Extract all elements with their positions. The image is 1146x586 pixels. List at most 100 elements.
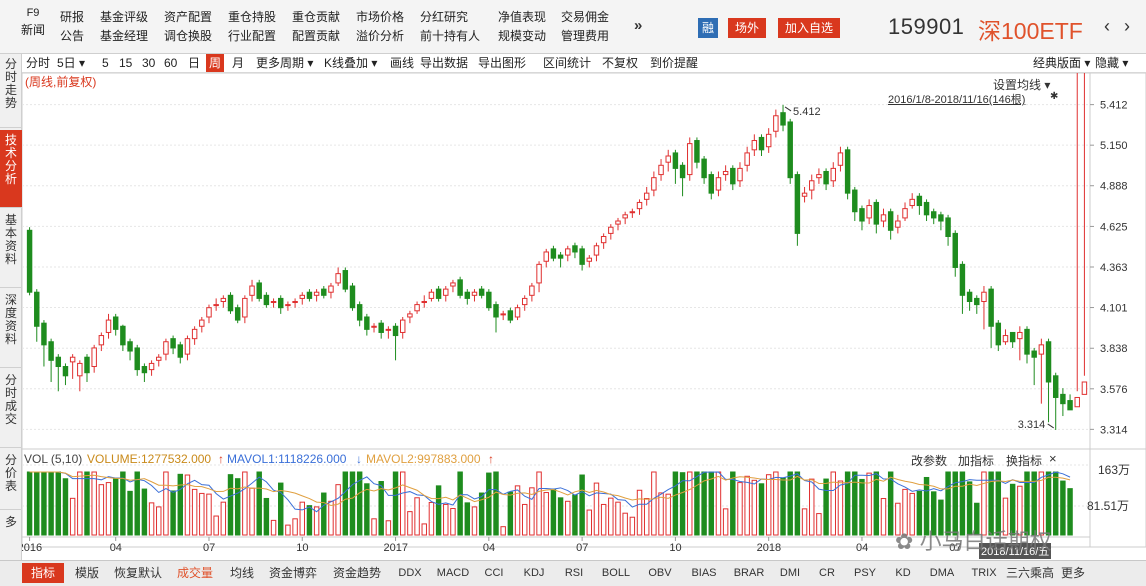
y-tick-label: 3.838 — [1100, 343, 1128, 355]
period-option[interactable]: 5日 ▾ — [57, 54, 85, 72]
pin-icon[interactable]: ✱ — [1050, 91, 1058, 102]
period-option[interactable]: 月 — [232, 54, 244, 72]
period-option[interactable]: 导出数据 — [420, 54, 468, 72]
indicator-tab[interactable]: 更多 — [1056, 563, 1090, 583]
menu-item[interactable]: 行业配置 — [228, 27, 276, 46]
indicator-tab[interactable]: OBV — [640, 563, 680, 583]
menu-item[interactable]: 分红研究 — [420, 8, 480, 27]
left-tab[interactable]: 基本资料 — [0, 210, 22, 288]
period-option[interactable]: 30 — [142, 54, 155, 72]
menu-item[interactable]: 调仓换股 — [164, 27, 212, 46]
indicator-tab[interactable]: 指标 — [22, 563, 64, 583]
indicator-tab[interactable]: 三六乘高 — [1006, 563, 1054, 583]
mavol-arrow-down: ↓ — [356, 452, 362, 466]
volume-bar — [263, 497, 270, 536]
outside-market-button[interactable]: 场外 — [728, 18, 766, 38]
indicator-tab[interactable]: CR — [810, 563, 844, 583]
period-option[interactable]: 60 — [164, 54, 177, 72]
menu-column: 资产配置 调仓换股 — [164, 8, 212, 46]
candle-body — [349, 285, 356, 309]
period-option[interactable]: 日 — [188, 54, 200, 72]
candle-body — [1060, 393, 1066, 405]
menu-item[interactable]: 重仓贡献 — [292, 8, 340, 27]
volume-ytick-max: 163万 — [1098, 463, 1131, 477]
volume-bar — [443, 503, 449, 536]
menu-item[interactable]: 公告 — [60, 27, 84, 46]
close-indicator-icon[interactable]: × — [1049, 451, 1057, 466]
menu-item[interactable]: 前十持有人 — [420, 27, 480, 46]
prev-stock-icon[interactable]: ‹ — [1104, 16, 1110, 37]
f9-button[interactable]: F9 新闻 — [20, 6, 46, 40]
indicator-tab[interactable]: CCI — [476, 563, 512, 583]
menu-item[interactable]: 净值表现 — [498, 8, 546, 27]
indicator-tab[interactable]: KDJ — [514, 563, 554, 583]
indicator-tab[interactable]: DMI — [772, 563, 808, 583]
period-option[interactable]: K线叠加 ▾ — [324, 54, 377, 72]
switch-indicator-button[interactable]: 换指标 — [1006, 452, 1042, 469]
y-tick-label: 4.101 — [1100, 303, 1128, 315]
period-option[interactable]: 到价提醒 — [650, 54, 698, 72]
left-tab[interactable]: 分时成交 — [0, 370, 22, 448]
more-menu-icon[interactable]: » — [634, 17, 642, 34]
indicator-tab[interactable]: 资金趋势 — [326, 563, 388, 583]
menu-item[interactable]: 基金经理 — [100, 27, 148, 46]
menu-item[interactable]: 溢价分析 — [356, 27, 404, 46]
period-option[interactable]: 不复权 — [602, 54, 638, 72]
candle-body — [486, 291, 492, 309]
indicator-tab[interactable]: 模版 — [66, 563, 108, 583]
volume-bar — [41, 471, 47, 536]
indicator-tab[interactable]: 均线 — [224, 563, 260, 583]
indicator-tab[interactable]: DMA — [922, 563, 962, 583]
candle-body — [737, 167, 743, 182]
indicator-tab[interactable]: BIAS — [682, 563, 726, 583]
period-option[interactable]: 画线 — [390, 54, 414, 72]
indicator-tab[interactable]: PSY — [846, 563, 884, 583]
indicator-tab[interactable]: MACD — [432, 563, 474, 583]
menu-item[interactable]: 管理费用 — [561, 27, 609, 46]
add-indicator-button[interactable]: 加指标 — [958, 452, 994, 469]
period-option[interactable]: 导出图形 — [478, 54, 526, 72]
period-option[interactable]: 5 — [102, 54, 109, 72]
menu-item[interactable]: 交易佣金 — [561, 8, 609, 27]
menu-item[interactable]: 市场价格 — [356, 8, 404, 27]
menu-item[interactable]: 重仓持股 — [228, 8, 276, 27]
indicator-tab[interactable]: DDX — [390, 563, 430, 583]
date-range-label: 2016/1/8-2018/11/16(146根) — [888, 94, 1026, 106]
left-tab[interactable]: 深度资料 — [0, 290, 22, 368]
indicator-tab[interactable]: 恢复默认 — [110, 563, 166, 583]
left-tab[interactable]: 分时走势 — [0, 54, 22, 128]
hide-menu[interactable]: 隐藏 ▾ — [1095, 54, 1128, 72]
next-stock-icon[interactable]: › — [1124, 16, 1130, 37]
indicator-tab[interactable]: BRAR — [728, 563, 770, 583]
indicator-tab[interactable]: KD — [886, 563, 920, 583]
layout-menu[interactable]: 经典版面 ▾ — [1033, 54, 1090, 72]
left-tab[interactable]: 分价表 — [0, 450, 22, 510]
y-tick-label: 5.150 — [1100, 140, 1128, 152]
volume-bar — [809, 478, 815, 536]
menu-item[interactable]: 研报 — [60, 8, 84, 27]
indicator-tab[interactable]: TRIX — [964, 563, 1004, 583]
period-option[interactable]: 15 — [119, 54, 132, 72]
period-option[interactable]: 分时 — [26, 54, 50, 72]
menu-item[interactable]: 基金评级 — [100, 8, 148, 27]
change-params-button[interactable]: 改参数 — [911, 452, 947, 469]
candle-body — [866, 205, 872, 219]
candle-body — [435, 288, 442, 299]
indicator-tab[interactable]: RSI — [556, 563, 592, 583]
indicator-tab-bar: 指标 模版 恢复默认 成交量 均线 资金博弈 资金趋势 DDX MACD CCI KDJ RSI BOL… — [0, 560, 1146, 586]
left-tab[interactable]: 技术分析 — [0, 130, 22, 208]
period-option[interactable]: 周 — [206, 54, 225, 72]
period-option[interactable]: 更多周期 ▾ — [256, 54, 313, 72]
period-option[interactable]: 区间统计 — [543, 54, 591, 72]
menu-item[interactable]: 配置贡献 — [292, 27, 340, 46]
kline-chart[interactable]: 5.412 5.150 4.888 4.625 4.363 4.101 3.838 3.576… — [22, 73, 1146, 560]
add-watchlist-button[interactable]: 加入自选 — [778, 18, 840, 38]
volume-bar — [758, 483, 765, 536]
indicator-tab[interactable]: BOLL — [594, 563, 638, 583]
menu-item[interactable]: 规模变动 — [498, 27, 546, 46]
indicator-tab[interactable]: 成交量 — [168, 563, 222, 583]
volume-bar — [794, 471, 801, 536]
menu-item[interactable]: 资产配置 — [164, 8, 212, 27]
margin-badge[interactable]: 融 — [698, 18, 718, 38]
indicator-tab[interactable]: 资金博弈 — [262, 563, 324, 583]
